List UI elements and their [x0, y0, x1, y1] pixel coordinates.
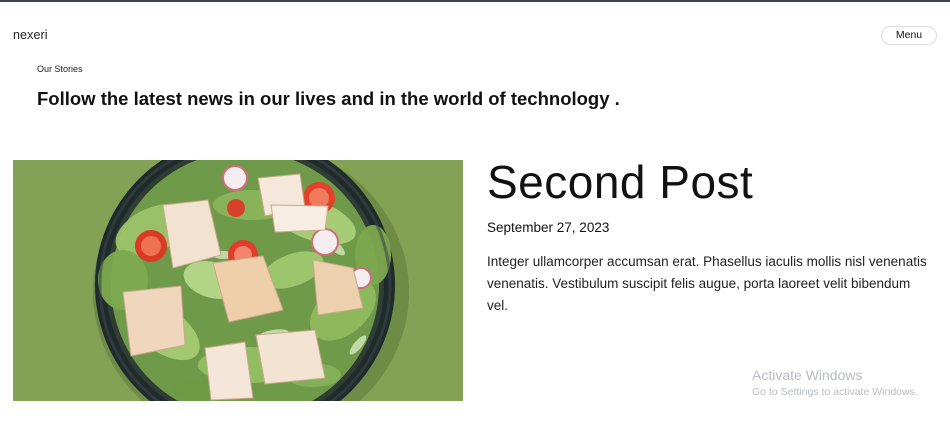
activate-windows-watermark: Activate Windows Go to Settings to activ… — [752, 367, 918, 400]
post-date: September 27, 2023 — [487, 220, 610, 235]
post-image[interactable] — [13, 160, 463, 401]
section-headline: Follow the latest news in our lives and … — [37, 88, 620, 109]
post-title[interactable]: Second Post — [487, 155, 753, 209]
menu-button[interactable]: Menu — [881, 26, 937, 45]
top-divider — [0, 0, 950, 2]
watermark-subtitle: Go to Settings to activate Windows. — [752, 386, 918, 398]
page: nexeri Menu Our Stories Follow the lates… — [0, 0, 950, 423]
watermark-title: Activate Windows — [752, 367, 863, 383]
salad-bowl-image — [13, 160, 463, 401]
site-brand[interactable]: nexeri — [13, 28, 48, 42]
post-excerpt: Integer ullamcorper accumsan erat. Phase… — [487, 254, 927, 313]
section-eyebrow: Our Stories — [37, 64, 83, 74]
